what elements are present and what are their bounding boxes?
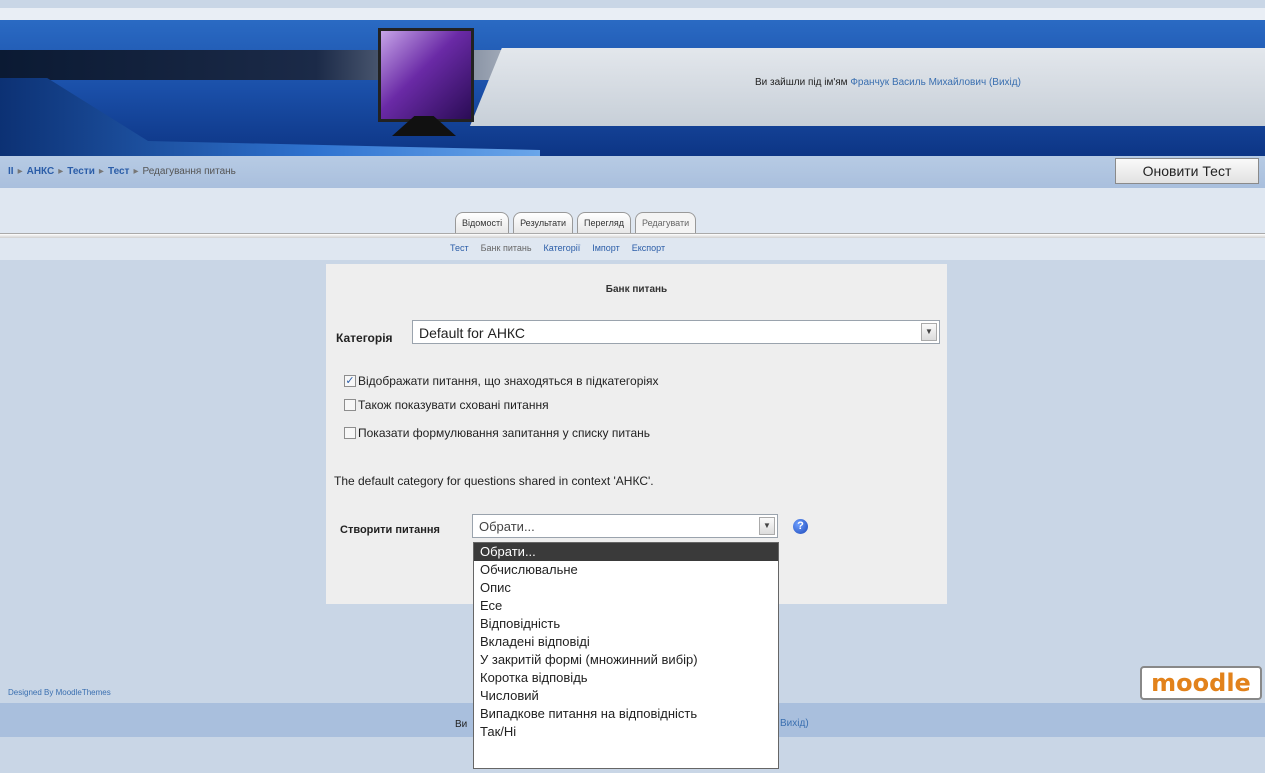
dropdown-option-multichoice[interactable]: У закритій формі (множинний вибір): [474, 651, 778, 669]
dropdown-option-choose[interactable]: Обрати...: [474, 543, 778, 561]
breadcrumb-item-tests[interactable]: Тести: [67, 166, 95, 177]
hidden-checkbox[interactable]: [344, 399, 356, 411]
dropdown-option-short-answer[interactable]: Коротка відповідь: [474, 669, 778, 687]
check-row-hidden[interactable]: Також показувати сховані питання: [344, 398, 549, 412]
category-label: Категорія: [336, 331, 393, 345]
tab-bar: Відомості Результати Перегляд Редагувати: [455, 212, 697, 234]
tab-edit[interactable]: Редагувати: [635, 212, 697, 233]
question-type-dropdown[interactable]: Обрати... Обчислювальне Опис Есе Відпові…: [473, 542, 779, 769]
tab-underline: [0, 233, 1265, 238]
breadcrumb-home[interactable]: ІІ: [8, 166, 14, 177]
footer-logout-link[interactable]: Вихід): [780, 718, 809, 729]
dropdown-option-embedded[interactable]: Вкладені відповіді: [474, 633, 778, 651]
designed-by-link[interactable]: Designed By MoodleThemes: [8, 688, 111, 697]
dropdown-option-calculated[interactable]: Обчислювальне: [474, 561, 778, 579]
subcategories-checkbox[interactable]: ✓: [344, 375, 356, 387]
dropdown-option-numerical[interactable]: Числовий: [474, 687, 778, 705]
login-info: Ви зайшли під ім'ям Франчук Василь Михай…: [755, 77, 1021, 88]
default-category-text: The default category for questions share…: [334, 474, 654, 488]
subtab-bar: Тест Банк питань Категорії Імпорт Експор…: [450, 243, 665, 253]
breadcrumb-current: Редагування питань: [142, 166, 236, 177]
dropdown-option-random-matching[interactable]: Випадкове питання на відповідність: [474, 705, 778, 723]
subtab-categories[interactable]: Категорії: [544, 243, 581, 253]
tab-preview[interactable]: Перегляд: [577, 212, 631, 233]
subtab-test[interactable]: Тест: [450, 243, 469, 253]
tab-results[interactable]: Результати: [513, 212, 574, 233]
breadcrumb: ІІ ▸ АНКС ▸ Тести ▸ Тест ▸ Редагування питань: [8, 166, 236, 177]
check-row-question-text[interactable]: Показати формулювання запитання у списку…: [344, 426, 650, 440]
dropdown-option-true-false[interactable]: Так/Ні: [474, 723, 778, 741]
moodle-logo[interactable]: moodle: [1140, 666, 1262, 700]
breadcrumb-separator: ▸: [133, 166, 139, 177]
panel-title: Банк питань: [605, 284, 668, 295]
hidden-label: Також показувати сховані питання: [358, 398, 549, 412]
breadcrumb-separator: ▸: [58, 166, 64, 177]
create-select-value: Обрати...: [479, 519, 535, 534]
question-icon[interactable]: ?: [793, 519, 808, 534]
subtab-question-bank[interactable]: Банк питань: [481, 243, 532, 253]
dropdown-option-essay[interactable]: Есе: [474, 597, 778, 615]
breadcrumb-item-test[interactable]: Тест: [108, 166, 130, 177]
create-question-select[interactable]: Обрати... ▼: [472, 514, 778, 538]
dropdown-option-description[interactable]: Опис: [474, 579, 778, 597]
header-banner: Ви зайшли під ім'ям Франчук Василь Михай…: [0, 8, 1265, 156]
subtab-export[interactable]: Експорт: [632, 243, 665, 253]
breadcrumb-item-ahks[interactable]: АНКС: [27, 166, 55, 177]
breadcrumb-separator: ▸: [17, 166, 23, 177]
navbar: ІІ ▸ АНКС ▸ Тести ▸ Тест ▸ Редагування питань: [0, 156, 1265, 188]
monitor-logo: [378, 28, 474, 122]
chevron-down-icon[interactable]: ▼: [759, 517, 775, 535]
check-row-subcategories[interactable]: ✓ Відображати питання, що знаходяться в …: [344, 374, 659, 388]
tab-info[interactable]: Відомості: [455, 212, 510, 233]
chevron-down-icon[interactable]: ▼: [921, 323, 937, 341]
footer-login-fragment: Ви: [455, 719, 468, 730]
login-prefix: Ви зайшли під ім'ям: [755, 77, 848, 88]
header-topbar: [0, 8, 1265, 20]
breadcrumb-separator: ▸: [98, 166, 104, 177]
subcategories-label: Відображати питання, що знаходяться в пі…: [358, 374, 659, 388]
update-test-button[interactable]: Оновити Тест: [1115, 158, 1259, 184]
subtab-import[interactable]: Імпорт: [592, 243, 620, 253]
question-text-checkbox[interactable]: [344, 427, 356, 439]
logout-link[interactable]: (Вихід): [989, 77, 1021, 88]
category-select[interactable]: Default for АНКС ▼: [412, 320, 940, 344]
question-text-label: Показати формулювання запитання у списку…: [358, 426, 651, 440]
create-question-label: Створити питання: [340, 524, 440, 536]
category-select-value: Default for АНКС: [419, 325, 526, 341]
user-name-link[interactable]: Франчук Василь Михайлович: [850, 77, 986, 88]
dropdown-option-matching[interactable]: Відповідність: [474, 615, 778, 633]
